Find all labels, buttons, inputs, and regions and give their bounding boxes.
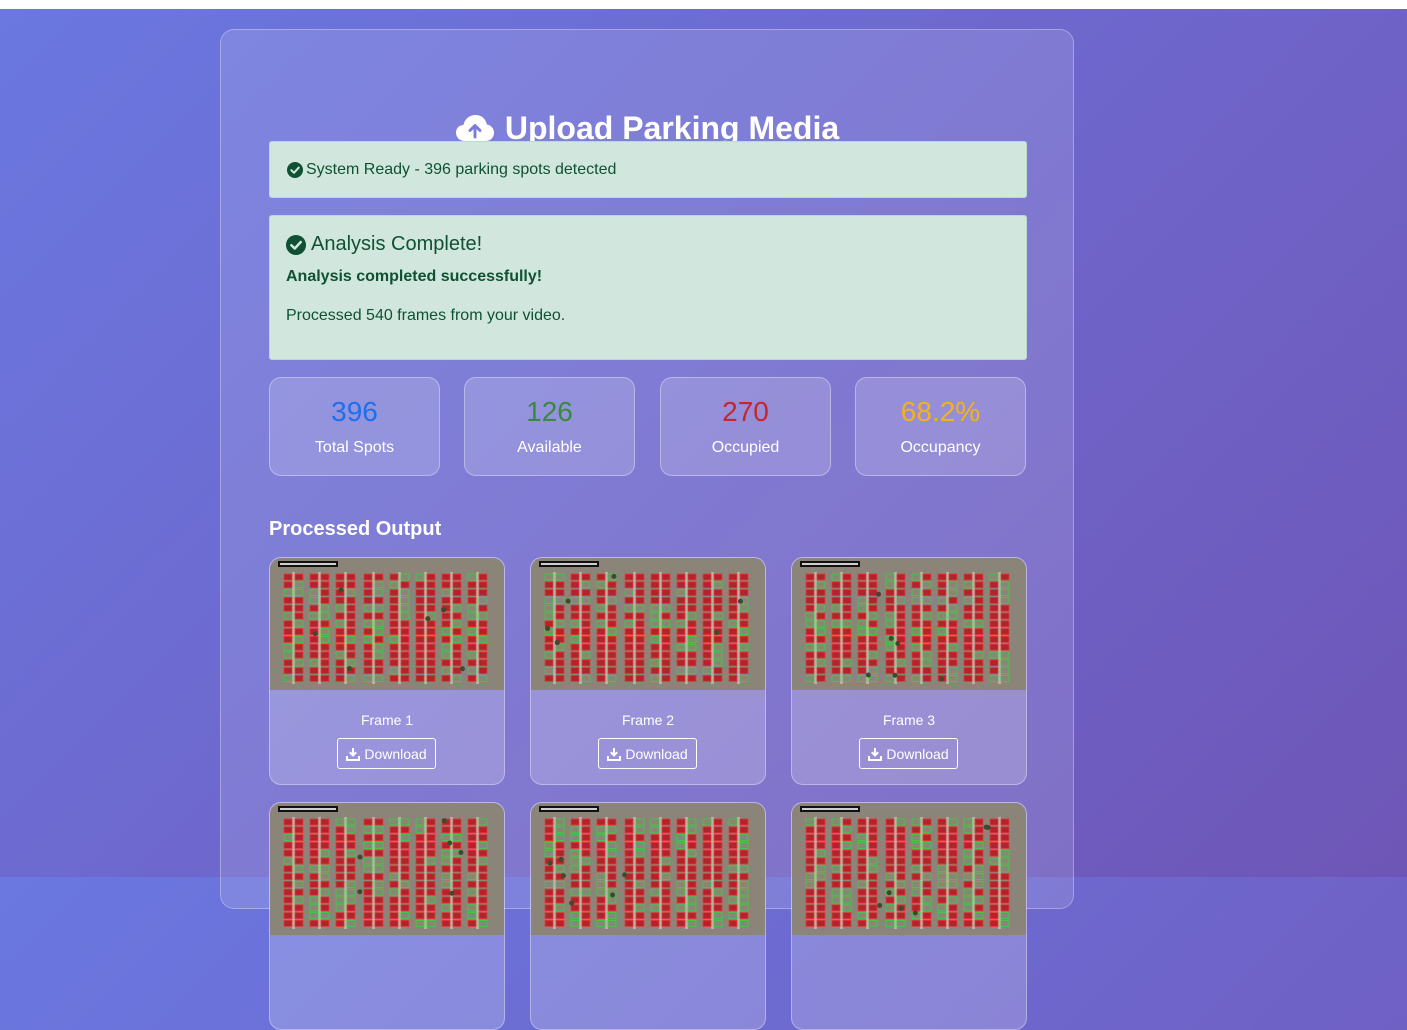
check-circle-icon: [286, 235, 306, 255]
frame-card-6: [791, 802, 1027, 1030]
frame-thumbnail[interactable]: [792, 558, 1026, 690]
frame-thumbnail[interactable]: [531, 558, 765, 690]
cloud-upload-icon: [455, 115, 494, 141]
stat-label: Total Spots: [314, 439, 395, 456]
frame-label: Frame 2: [621, 712, 675, 728]
frame-thumbnail[interactable]: [270, 558, 504, 690]
stat-occupancy: 68.2% Occupancy: [855, 377, 1026, 476]
frame-card-3: Frame 3 Download: [791, 557, 1027, 785]
stat-total-spots: 396 Total Spots: [269, 377, 440, 476]
upload-card: Upload Parking Media System Ready - 396 …: [220, 29, 1074, 1030]
download-button[interactable]: Download: [859, 738, 958, 769]
processed-output-heading: Processed Output: [269, 518, 442, 540]
stat-value: 68.2%: [900, 396, 981, 427]
analysis-result-alert: Analysis Complete! Analysis completed su…: [269, 215, 1027, 360]
download-label: Download: [886, 745, 949, 762]
download-button[interactable]: Download: [598, 738, 697, 769]
frame-card-5: [530, 802, 766, 1030]
frame-thumbnail[interactable]: [792, 803, 1026, 935]
analysis-heading: Analysis Complete!: [311, 233, 483, 255]
frame-thumbnail[interactable]: [270, 803, 504, 935]
system-status-alert: System Ready - 396 parking spots detecte…: [269, 141, 1027, 198]
stat-occupied: 270 Occupied: [660, 377, 831, 476]
download-icon: [346, 747, 361, 761]
analysis-success-text: Analysis completed successfully!: [286, 268, 543, 285]
download-icon: [607, 747, 622, 761]
frame-thumbnail[interactable]: [531, 803, 765, 935]
stat-value: 396: [331, 396, 378, 427]
analysis-detail-text: Processed 540 frames from your video.: [286, 307, 566, 324]
frame-label: Frame 1: [360, 712, 414, 728]
frame-label: Frame 3: [882, 712, 936, 728]
system-status-text: System Ready - 396 parking spots detecte…: [306, 161, 617, 178]
check-circle-icon: [287, 162, 303, 178]
stat-value: 270: [722, 396, 769, 427]
stat-available: 126 Available: [464, 377, 635, 476]
stat-value: 126: [526, 396, 573, 427]
download-icon: [868, 747, 883, 761]
download-label: Download: [364, 745, 427, 762]
top-bar: [0, 0, 1407, 9]
frame-card-2: Frame 2 Download: [530, 557, 766, 785]
stat-label: Available: [517, 439, 582, 456]
download-button[interactable]: Download: [337, 738, 436, 769]
download-label: Download: [625, 745, 688, 762]
stat-label: Occupied: [711, 439, 780, 456]
frame-card-4: [269, 802, 505, 1030]
frame-card-1: Frame 1 Download: [269, 557, 505, 785]
stat-label: Occupancy: [900, 439, 981, 456]
